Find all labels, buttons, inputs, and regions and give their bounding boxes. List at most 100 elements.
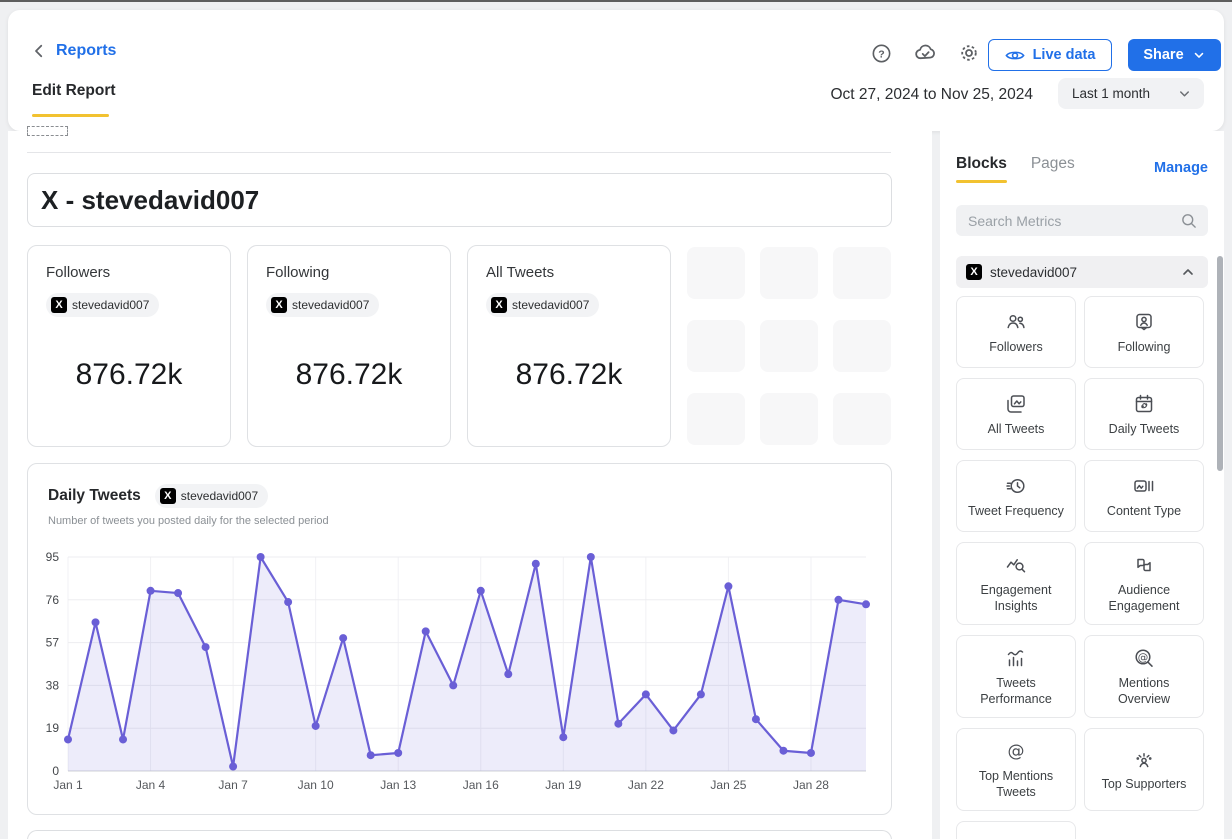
metric-block[interactable]: Tweets Performance <box>956 635 1076 718</box>
settings-button[interactable] <box>956 40 982 66</box>
svg-text:Jan 10: Jan 10 <box>298 778 334 792</box>
metric-block-label: Engagement Insights <box>963 582 1069 614</box>
tab-edit-report[interactable]: Edit Report <box>32 82 116 100</box>
metric-block[interactable]: Following <box>1084 296 1204 368</box>
collapsed-block-placeholder[interactable] <box>27 126 68 136</box>
help-button[interactable]: ? <box>868 40 894 66</box>
svg-text:?: ? <box>878 48 884 60</box>
sidebar-tabs: Blocks Pages Manage <box>956 155 1208 181</box>
account-group-header[interactable]: X stevedavid007 <box>956 256 1208 288</box>
chart-point <box>229 762 237 770</box>
share-label: Share <box>1143 47 1183 63</box>
svg-text:Jan 28: Jan 28 <box>793 778 829 792</box>
blocks-sidebar: Blocks Pages Manage X stevedavid007 Foll… <box>940 131 1224 839</box>
placeholder-tile <box>833 247 891 299</box>
placeholder-tile <box>687 247 745 299</box>
svg-text:95: 95 <box>46 550 60 564</box>
cloud-check-icon <box>913 41 938 66</box>
tweets-performance-icon <box>1004 646 1028 670</box>
all-tweets-icon <box>1004 392 1028 416</box>
svg-text:57: 57 <box>46 636 60 650</box>
daily-tweets-block[interactable]: Daily Tweets X stevedavid007 Number of t… <box>27 463 892 815</box>
chart-point <box>724 582 732 590</box>
metric-block[interactable]: @Top Mentions Tweets <box>956 728 1076 811</box>
chart-point <box>559 733 567 741</box>
svg-text:Jan 13: Jan 13 <box>380 778 416 792</box>
metrics-search <box>956 205 1208 236</box>
metric-block[interactable]: @Mentions Overview <box>1084 635 1204 718</box>
tab-pages[interactable]: Pages <box>1031 155 1075 181</box>
metric-block[interactable]: Content Type <box>1084 460 1204 532</box>
chart-point <box>614 720 622 728</box>
placeholder-tile <box>760 393 818 445</box>
metric-block[interactable]: Audience Engagement <box>1084 542 1204 625</box>
report-canvas: X - stevedavid007 FollowersXstevedavid00… <box>8 131 932 839</box>
followers-icon <box>1004 310 1028 334</box>
metric-block-label: Top Supporters <box>1102 776 1187 792</box>
chart-point <box>202 643 210 651</box>
chevron-down-icon <box>1192 48 1206 62</box>
chart-point <box>752 715 760 723</box>
chart-point <box>642 690 650 698</box>
x-logo-icon: X <box>966 264 982 280</box>
tweet-frequency-icon <box>1004 474 1028 498</box>
svg-text:@: @ <box>1008 742 1025 762</box>
chart-subtitle: Number of tweets you posted daily for th… <box>48 515 329 527</box>
chart-point <box>532 560 540 568</box>
tab-pages-label: Pages <box>1031 155 1075 172</box>
active-tab-underline <box>32 114 109 117</box>
chart-point <box>312 722 320 730</box>
account-badge: Xstevedavid007 <box>46 293 159 317</box>
chart-point <box>147 587 155 595</box>
chart-point <box>477 587 485 595</box>
manage-link[interactable]: Manage <box>1154 160 1208 176</box>
account-badge-label: stevedavid007 <box>181 489 258 503</box>
metric-block[interactable]: All Tweets <box>956 378 1076 450</box>
live-data-button[interactable]: Live data <box>988 39 1112 71</box>
metric-block[interactable]: Top Supporters <box>1084 728 1204 811</box>
report-title-block[interactable]: X - stevedavid007 <box>27 173 892 227</box>
svg-text:Jan 22: Jan 22 <box>628 778 664 792</box>
placeholder-tile <box>687 320 745 372</box>
metric-block-label: Daily Tweets <box>1109 421 1180 437</box>
top-supporters-icon <box>1132 747 1156 771</box>
chart-header: Daily Tweets X stevedavid007 <box>48 484 268 508</box>
share-button[interactable]: Share <box>1128 39 1221 71</box>
chart-point <box>834 596 842 604</box>
chart-point <box>394 749 402 757</box>
search-metrics-input[interactable] <box>968 213 1180 229</box>
svg-text:Jan 4: Jan 4 <box>136 778 166 792</box>
metric-block-label: Content Type <box>1107 503 1181 519</box>
metric-block-label: Mentions Overview <box>1091 675 1197 707</box>
stat-card[interactable]: All TweetsXstevedavid007876.72k <box>467 245 671 447</box>
engagement-insights-icon <box>1004 553 1028 577</box>
metric-block[interactable]: Tweet Frequency <box>956 460 1076 532</box>
gear-icon <box>957 41 981 65</box>
metric-block[interactable]: # <box>956 821 1076 839</box>
period-dropdown[interactable]: Last 1 month <box>1058 78 1204 109</box>
chevron-down-icon <box>1177 86 1192 101</box>
chevron-up-icon <box>1180 264 1196 280</box>
svg-text:0: 0 <box>52 764 59 778</box>
svg-text:Jan 19: Jan 19 <box>545 778 581 792</box>
metric-block[interactable]: Daily Tweets <box>1084 378 1204 450</box>
account-badge-label: stevedavid007 <box>292 298 369 312</box>
chart-title: Daily Tweets <box>48 487 141 505</box>
svg-text:76: 76 <box>46 593 60 607</box>
back-to-reports-link[interactable]: Reports <box>30 42 116 60</box>
metric-block[interactable]: Followers <box>956 296 1076 368</box>
chart-point <box>92 618 100 626</box>
stat-card[interactable]: FollowersXstevedavid007876.72k <box>27 245 231 447</box>
cloud-sync-button[interactable] <box>912 40 938 66</box>
chart-point <box>697 690 705 698</box>
svg-text:Jan 7: Jan 7 <box>218 778 248 792</box>
tab-blocks[interactable]: Blocks <box>956 155 1007 181</box>
metric-block-label: Tweets Performance <box>963 675 1069 707</box>
window-top-strip <box>0 0 1232 2</box>
chart-point <box>119 735 127 743</box>
sidebar-scrollbar[interactable] <box>1217 256 1223 471</box>
stat-card-value: 876.72k <box>248 358 450 392</box>
back-label: Reports <box>56 42 116 60</box>
stat-card[interactable]: FollowingXstevedavid007876.72k <box>247 245 451 447</box>
metric-block[interactable]: Engagement Insights <box>956 542 1076 625</box>
